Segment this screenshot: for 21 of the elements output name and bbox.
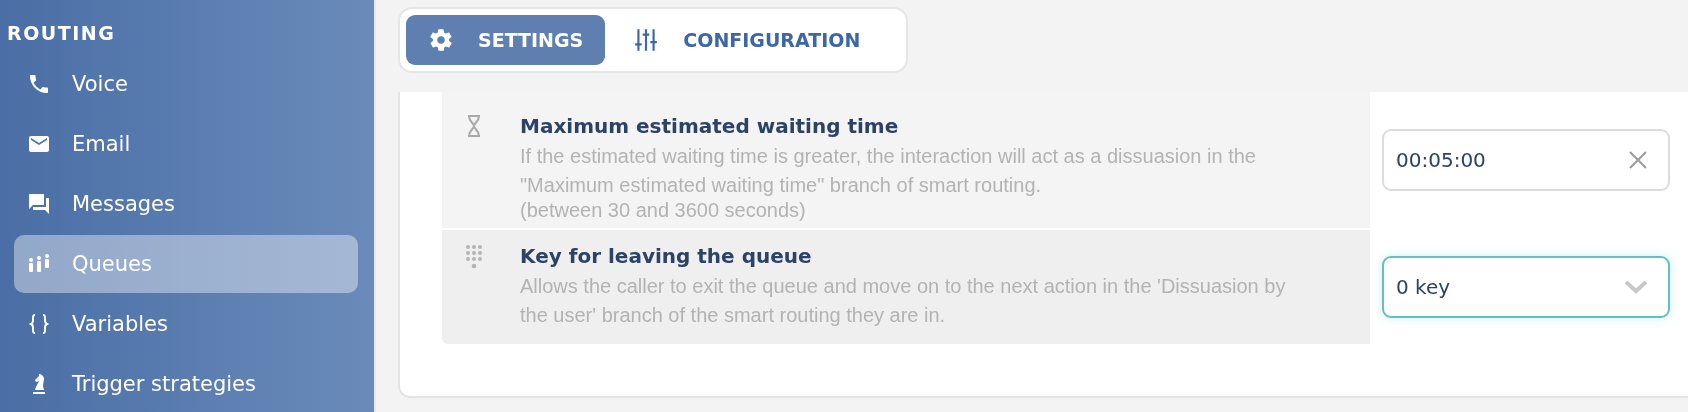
- setting-title: Maximum estimated waiting time: [520, 114, 900, 138]
- chevron-down-icon: [1624, 280, 1648, 294]
- sidebar-item[interactable]: Email: [14, 115, 358, 173]
- clear-icon[interactable]: [1628, 150, 1648, 170]
- sidebar-item[interactable]: Voice: [14, 55, 358, 113]
- keypad-icon: [464, 244, 484, 270]
- setting-description: Allows the caller to exit the queue and move on to the next action in the 'Dissuasion by the user' branch of the smart routing they are in.: [520, 274, 1287, 328]
- section-title: ROUTING: [7, 22, 117, 44]
- sliders-icon: [633, 27, 660, 53]
- dropdown[interactable]: 0 key: [1382, 256, 1670, 318]
- settings-icon: [428, 27, 454, 53]
- time-field[interactable]: 00:05:00: [1382, 129, 1670, 191]
- sidebar-item[interactable]: Trigger strategies: [14, 355, 358, 412]
- sidebar-item[interactable]: Variables: [14, 295, 358, 353]
- tab[interactable]: SETTINGS: [406, 15, 606, 65]
- chat-icon: [26, 192, 52, 216]
- setting-title: Key for leaving the queue: [520, 244, 813, 268]
- sidebar-item[interactable]: Messages: [14, 175, 358, 233]
- tab[interactable]: CONFIGURATION: [611, 15, 883, 65]
- setting-hint: (between 30 and 3600 seconds): [520, 200, 807, 220]
- setting-description: If the estimated waiting time is greater, the interaction will act as a dissuasion in the "Maximum estimated waiting time" branch of smart routing.: [520, 144, 1257, 198]
